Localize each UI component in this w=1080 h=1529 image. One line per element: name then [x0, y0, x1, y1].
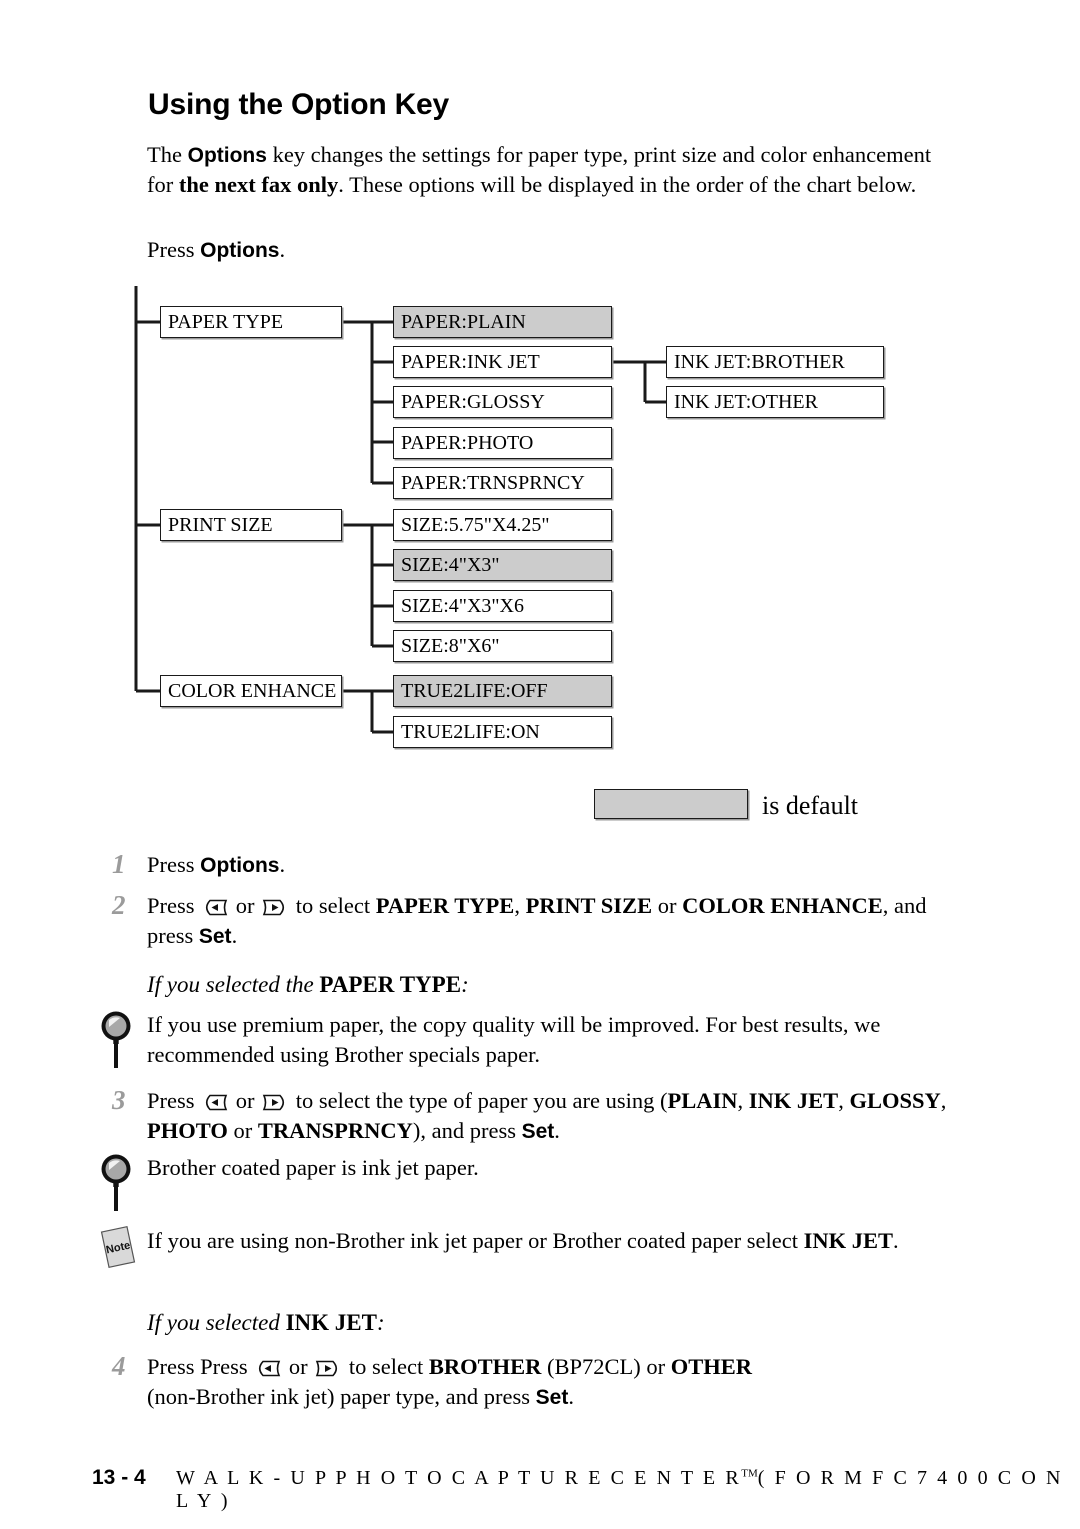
step-4-key-set: Set — [535, 1386, 569, 1409]
step-1-text: Press Options. — [147, 850, 947, 881]
step-3-number: 3 — [112, 1085, 126, 1115]
step-3-opt-transprncy: TRANSPRNCY — [257, 1118, 413, 1143]
left-arrow-key-icon — [255, 1355, 281, 1377]
step-4-or: or — [283, 1354, 314, 1379]
magnifier-tip-icon — [99, 1152, 133, 1214]
note-1-pre: If you are using non-Brother ink jet pap… — [147, 1228, 804, 1253]
chart-box-size-8x6: SIZE:8"X6" — [393, 630, 612, 662]
subheading-if-paper-type: If you selected the PAPER TYPE: — [147, 972, 469, 998]
step-2-sep2: or — [652, 893, 683, 918]
note-1-bold-ink-jet: INK JET — [803, 1228, 894, 1253]
subheading-if-ink-jet: If you selected INK JET: — [147, 1310, 385, 1336]
footer-title: W A L K - U P P H O T O C A P T U R E C … — [176, 1467, 1080, 1513]
subheading-2-pre: If you selected — [147, 1310, 286, 1335]
step-3-sep5: ), and press — [412, 1118, 522, 1143]
step-2-opt-paper-type: PAPER TYPE — [375, 893, 515, 918]
note-1-post: . — [893, 1228, 899, 1253]
step-4-line2: (non-Brother ink jet) paper type, and pr… — [147, 1384, 536, 1409]
chart-box-paper-ink-jet: PAPER:INK JET — [393, 346, 612, 378]
step-1-post: . — [279, 852, 286, 877]
tip-2-text: Brother coated paper is ink jet paper. — [147, 1155, 479, 1180]
step-3-sep1: , — [737, 1088, 749, 1113]
chart-box-size-4x3x6: SIZE:4"X3"X6 — [393, 590, 612, 622]
subheading-1-post: : — [461, 972, 469, 997]
note-icon: Note — [98, 1224, 138, 1270]
chart-box-paper-glossy: PAPER:GLOSSY — [393, 386, 612, 418]
chart-box-print-size: PRINT SIZE — [160, 509, 342, 541]
step-4-number: 4 — [112, 1351, 126, 1381]
step-3-toselect: to select the type of paper you are usin… — [290, 1088, 668, 1113]
chart-box-paper-type: PAPER TYPE — [160, 306, 342, 338]
chart-box-ink-jet-brother: INK JET:BROTHER — [666, 346, 884, 378]
footer-title-main: W A L K - U P P H O T O C A P T U R E C … — [176, 1467, 742, 1489]
step-4-toselect: to select — [343, 1354, 429, 1379]
step-4-text: Press Press or to select BROTHER (BP72CL… — [147, 1352, 947, 1413]
step-2-opt-color-enhance: COLOR ENHANCE — [682, 893, 883, 918]
footer-page-number: 13 - 4 — [92, 1466, 146, 1489]
step-3-sep2: , — [838, 1088, 850, 1113]
chart-box-size-575x425: SIZE:5.75"X4.25" — [393, 509, 612, 541]
chart-box-true2life-on: TRUE2LIFE:ON — [393, 716, 612, 748]
step-3-pre: Press — [147, 1088, 201, 1113]
step-3-opt-ink-jet: INK JET — [748, 1088, 839, 1113]
tip-1-text: If you use premium paper, the copy quali… — [147, 1012, 881, 1067]
step-1-key-options: Options — [200, 854, 280, 877]
footer-trademark: TM — [741, 1467, 758, 1480]
subheading-2-post: : — [376, 1310, 385, 1335]
step-4-pre: Press Press — [147, 1354, 254, 1379]
step-3-text: Press or to select the type of paper you… — [147, 1086, 947, 1147]
step-2-number: 2 — [112, 890, 126, 920]
right-arrow-key-icon — [262, 1089, 288, 1111]
chart-box-ink-jet-other: INK JET:OTHER — [666, 386, 884, 418]
chart-box-true2life-off: TRUE2LIFE:OFF — [393, 675, 612, 707]
legend-default-swatch — [594, 789, 748, 819]
step-3-opt-glossy: GLOSSY — [849, 1088, 941, 1113]
subheading-1-pre: If you selected the — [147, 972, 320, 997]
step-2-toselect: to select — [290, 893, 376, 918]
step-3-sep3: , — [940, 1088, 947, 1113]
step-3-key-set: Set — [521, 1120, 555, 1143]
subheading-2-bold: INK JET — [285, 1310, 377, 1335]
step-3-opt-plain: PLAIN — [667, 1088, 738, 1113]
document-page: Using the Option Key The Options key cha… — [0, 0, 1080, 1529]
step-2-pre: Press — [147, 893, 201, 918]
step-4-sep1: (BP72CL) or — [541, 1354, 671, 1379]
chart-box-color-enhance: COLOR ENHANCE — [160, 675, 342, 707]
right-arrow-key-icon — [315, 1355, 341, 1377]
step-4-opt-other: OTHER — [670, 1354, 753, 1379]
step-4-opt-brother: BROTHER — [428, 1354, 542, 1379]
right-arrow-key-icon — [262, 894, 288, 916]
step-1-number: 1 — [112, 849, 126, 879]
step-2-opt-print-size: PRINT SIZE — [525, 893, 653, 918]
step-3-end: . — [554, 1118, 560, 1143]
left-arrow-key-icon — [202, 1089, 228, 1111]
step-3-or: or — [230, 1088, 261, 1113]
legend-default-label: is default — [762, 791, 859, 820]
magnifier-tip-icon — [99, 1009, 133, 1071]
step-1-pre: Press — [147, 852, 201, 877]
chart-box-size-4x3: SIZE:4"X3" — [393, 549, 612, 581]
left-arrow-key-icon — [202, 894, 228, 916]
chart-box-paper-plain: PAPER:PLAIN — [393, 306, 612, 338]
step-2-or: or — [230, 893, 261, 918]
note-1-text: If you are using non-Brother ink jet pap… — [147, 1226, 942, 1256]
step-2-end: . — [231, 923, 238, 948]
chart-box-paper-photo: PAPER:PHOTO — [393, 427, 612, 459]
chart-box-paper-trnsprncy: PAPER:TRNSPRNCY — [393, 467, 612, 499]
options-menu-flowchart: PAPER TYPE PRINT SIZE COLOR ENHANCE PAPE… — [0, 0, 1080, 800]
step-2-text: Press or to select PAPER TYPE, PRINT SIZ… — [147, 891, 947, 952]
step-3-sep4: or — [227, 1118, 258, 1143]
step-4-end: . — [568, 1384, 574, 1409]
subheading-1-bold: PAPER TYPE — [319, 972, 462, 997]
step-2-key-set: Set — [198, 925, 232, 948]
step-3-opt-photo: PHOTO — [147, 1118, 228, 1143]
step-2-sep1: , — [514, 893, 526, 918]
